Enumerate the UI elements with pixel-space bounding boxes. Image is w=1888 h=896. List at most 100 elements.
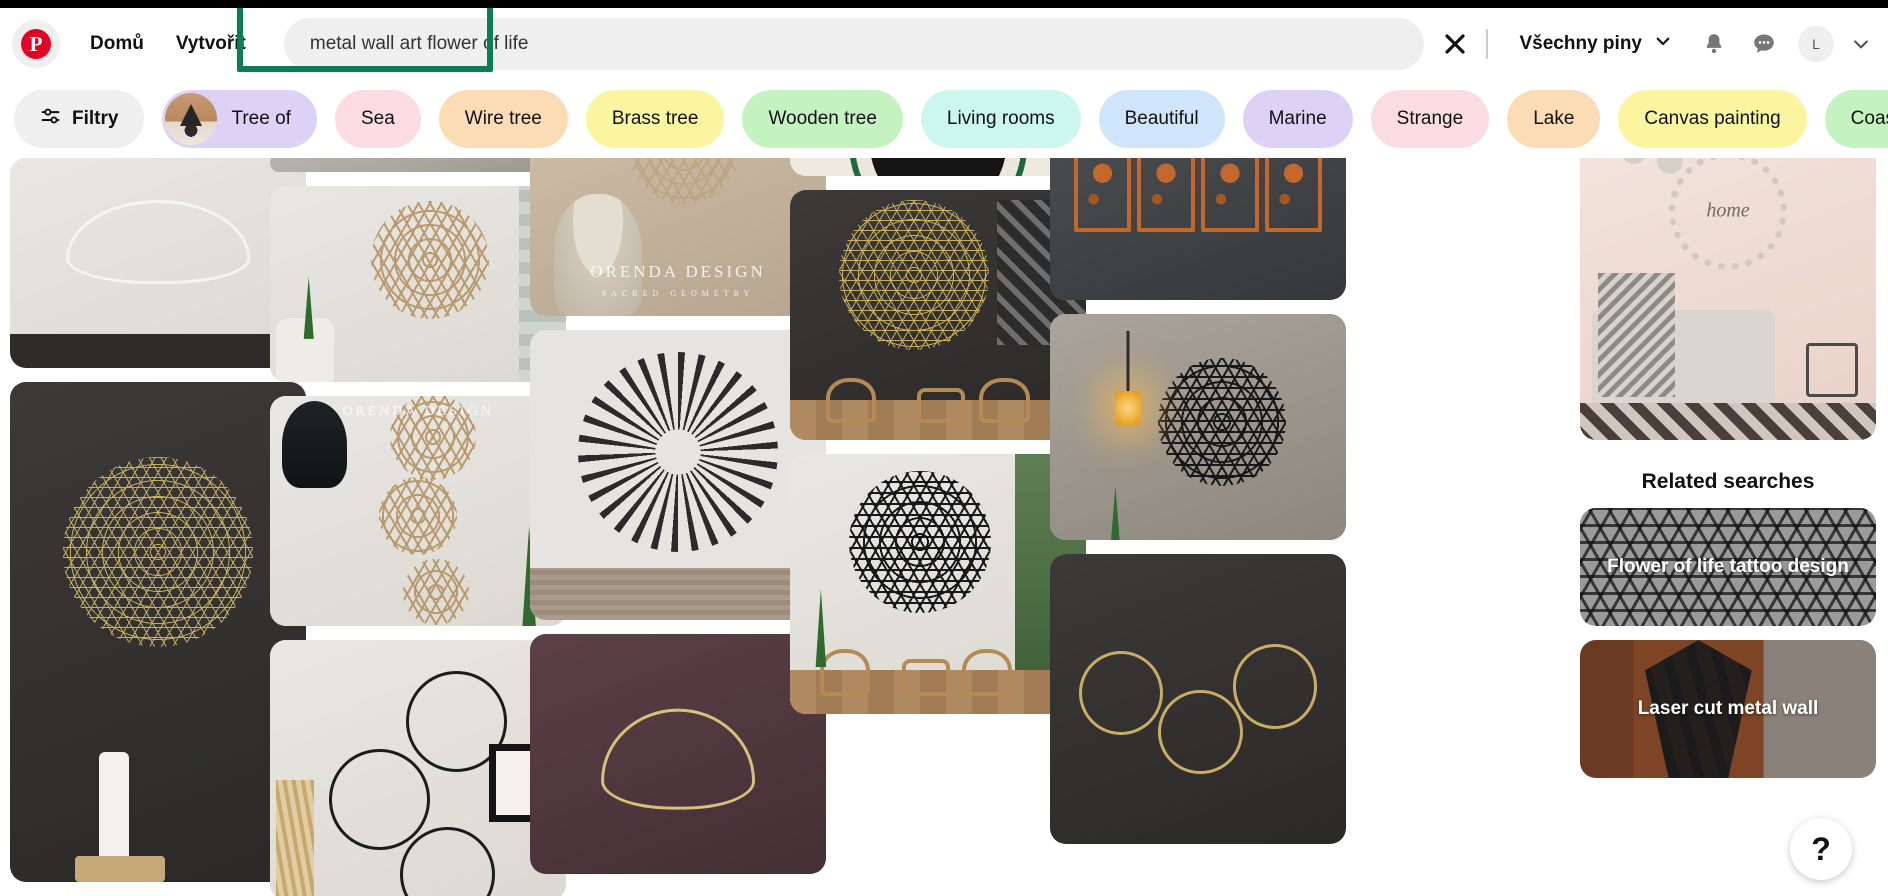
sunburst-mandala-artwork [578, 351, 778, 552]
pin-card[interactable]: ORENDA DESIGN [270, 396, 566, 626]
pin-column: ORENDA DESIGN [270, 158, 566, 896]
account-menu-chevron-down-icon[interactable] [1844, 27, 1878, 61]
pin-image: ORENDA DESIGN SACRED GEOMETRY [530, 158, 826, 316]
filter-chip[interactable]: Coastal [1824, 90, 1888, 148]
chair-artwork [961, 649, 1012, 696]
pin-image [10, 382, 306, 882]
shelf-artwork [10, 334, 306, 368]
related-search-label: Laser cut metal wall [1637, 698, 1819, 719]
nav-home[interactable]: Domů [74, 23, 160, 65]
filter-chip-label: Coastal [1850, 108, 1888, 129]
filter-chip[interactable]: Lake [1507, 90, 1601, 148]
filter-chip-label: Canvas painting [1644, 108, 1781, 129]
pin-card[interactable] [270, 640, 566, 896]
filter-chip[interactable]: Wooden tree [742, 90, 903, 148]
pin-card[interactable] [10, 382, 306, 882]
filter-chip-label: Wire tree [464, 108, 542, 129]
filter-chip[interactable]: Beautiful [1098, 90, 1225, 148]
pinterest-logo[interactable]: P [12, 20, 60, 68]
pin-card[interactable] [1050, 158, 1346, 300]
flower-of-life-artwork [63, 457, 253, 647]
search-zone: metal wall art flower of life [283, 18, 1424, 70]
flower-of-life-artwork [370, 201, 489, 320]
avatar-initial: L [1812, 36, 1820, 52]
chair-artwork [979, 377, 1030, 423]
pin-column: ORENDA DESIGN SACRED GEOMETRY [530, 158, 826, 888]
pin-card[interactable] [790, 158, 1086, 176]
app-header: P Domů Vytvořit metal wall art flower of… [0, 8, 1888, 80]
filter-chip-label: Wooden tree [768, 108, 877, 129]
filter-chip[interactable]: Strange [1370, 90, 1490, 148]
filter-chip-label: Beautiful [1124, 108, 1199, 129]
pin-column [790, 158, 1086, 728]
pendant-light-artwork [1656, 158, 1683, 174]
pin-card[interactable] [790, 454, 1086, 714]
pin-image [270, 186, 566, 382]
avatar[interactable]: L [1798, 26, 1834, 62]
pin-watermark: ORENDA DESIGN [590, 262, 766, 281]
flower-of-life-artwork [1157, 358, 1286, 487]
pinterest-logo-icon: P [21, 29, 51, 59]
filters-button-label: Filtry [72, 108, 119, 129]
filter-chip-thumbnail [165, 93, 218, 145]
filter-chip-label: Tree of [231, 108, 291, 129]
pin-image [530, 330, 826, 620]
table-artwork [902, 659, 950, 696]
pin-column [1050, 158, 1346, 858]
pin-image [1050, 158, 1346, 300]
notifications-icon[interactable] [1692, 22, 1736, 66]
pin-card[interactable]: ORENDA DESIGN SACRED GEOMETRY [530, 158, 826, 316]
search-input-value: metal wall art flower of life [309, 33, 529, 54]
gold-lotus-artwork [601, 708, 755, 810]
wood-plank-artwork [530, 567, 826, 620]
related-search-label: Flower of life tattoo design [1607, 556, 1849, 577]
nav-create[interactable]: Vytvořit [160, 23, 262, 65]
browser-top-strip [0, 0, 1888, 8]
pin-image [1050, 554, 1346, 844]
chair-artwork [825, 377, 876, 423]
pin-card[interactable] [530, 330, 826, 620]
filter-chip[interactable]: Living rooms [920, 90, 1081, 148]
pin-card[interactable]: home [1580, 158, 1876, 440]
filter-chip[interactable]: Canvas painting [1618, 90, 1807, 148]
pin-card[interactable] [1050, 314, 1346, 540]
pin-watermark: ORENDA DESIGN [342, 404, 494, 419]
chevron-down-icon [1654, 32, 1672, 56]
pin-image [790, 158, 1086, 176]
table-artwork [917, 387, 965, 423]
messages-icon[interactable] [1742, 22, 1786, 66]
search-input[interactable]: metal wall art flower of life [283, 18, 1424, 70]
pendant-light-artwork [1621, 158, 1648, 164]
filters-button[interactable]: Filtry [14, 90, 145, 148]
pin-results-grid: ORENDA DESIGN ORENDA DESIGN SACRED GEOME… [0, 158, 1888, 896]
pin-image: home [1580, 158, 1876, 440]
lotus-artwork [66, 200, 250, 284]
pin-scope-selector[interactable]: Všechny piny [1498, 22, 1693, 66]
flower-of-life-artwork [379, 476, 457, 555]
related-search-card[interactable]: Laser cut metal wall [1580, 640, 1876, 778]
pin-card[interactable] [270, 158, 566, 172]
filter-chip[interactable]: Brass tree [585, 90, 725, 148]
circular-mirror-artwork [849, 158, 1027, 176]
pin-card[interactable] [790, 190, 1086, 440]
flower-of-life-artwork [839, 200, 990, 350]
pin-image [10, 158, 306, 368]
help-button[interactable]: ? [1790, 818, 1852, 880]
filter-chip[interactable]: Sea [334, 90, 421, 148]
gold-circles-artwork [1074, 629, 1323, 780]
flower-of-life-artwork [628, 158, 739, 205]
pin-card[interactable] [10, 158, 306, 368]
filter-chip[interactable]: Marine [1242, 90, 1353, 148]
chair-artwork [819, 649, 870, 696]
filter-chip[interactable]: Tree of [162, 90, 317, 148]
filter-chip[interactable]: Wire tree [438, 90, 568, 148]
pin-card[interactable] [530, 634, 826, 874]
search-clear-icon[interactable] [1438, 27, 1472, 61]
filter-chips-row[interactable]: Filtry Tree of Sea Wire tree Brass tree Wood… [0, 80, 1888, 158]
pin-card[interactable] [270, 186, 566, 382]
pin-card[interactable] [1050, 554, 1346, 844]
help-button-label: ? [1811, 830, 1831, 867]
related-search-card[interactable]: Flower of life tattoo design [1580, 508, 1876, 626]
buddha-statue-artwork [281, 400, 347, 488]
nav-home-label: Domů [90, 33, 144, 54]
